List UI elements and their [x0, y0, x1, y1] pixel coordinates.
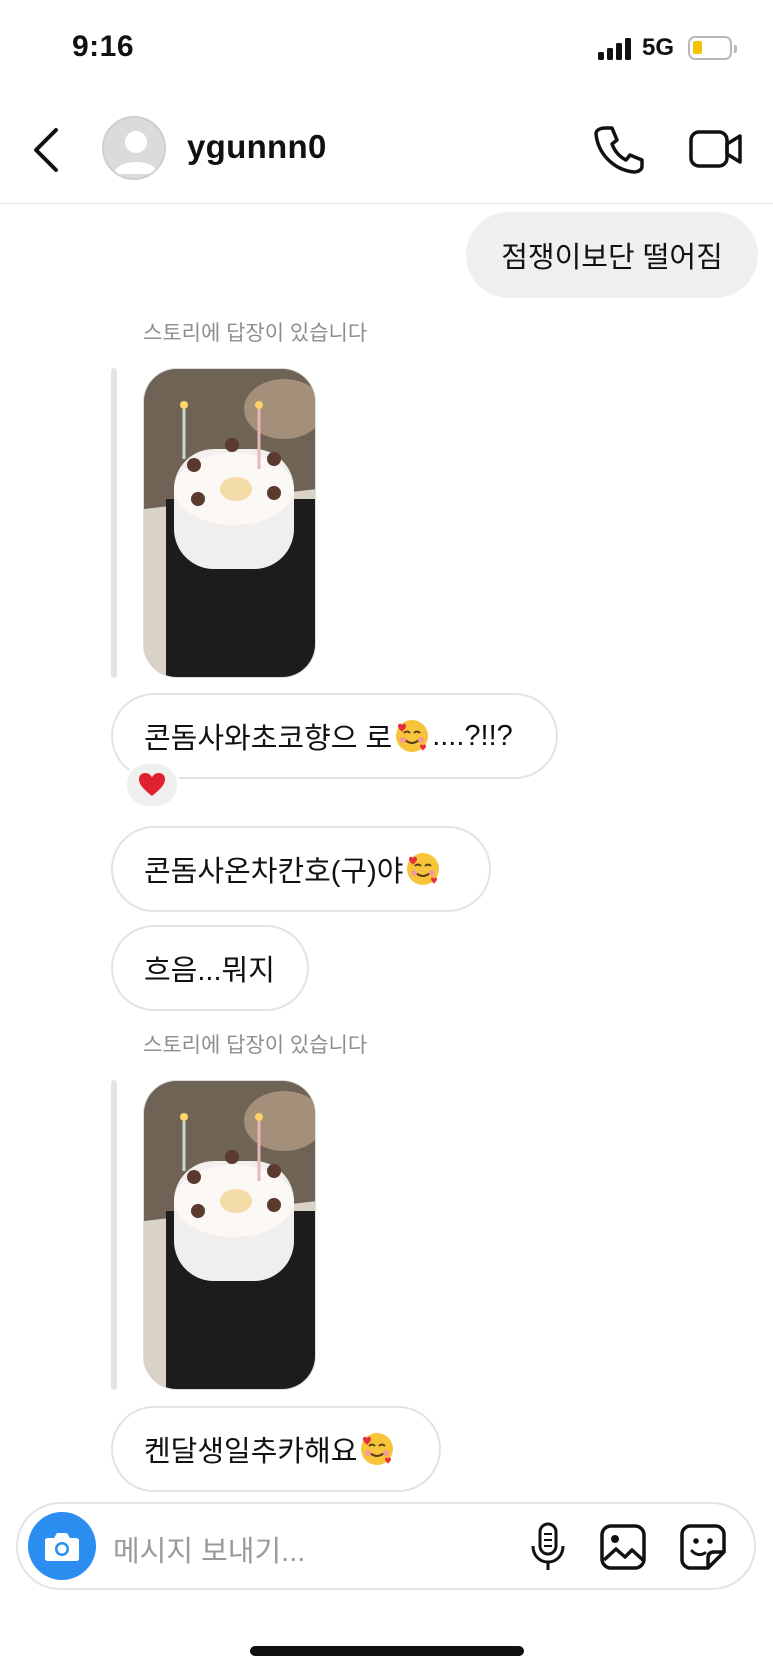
- message-text: 콘돔사온차칸호(구)야: [144, 856, 404, 888]
- camera-button[interactable]: [28, 1512, 96, 1580]
- smiling-face-with-hearts-icon: [361, 1433, 394, 1465]
- story-reply-bar: [111, 1080, 117, 1390]
- video-camera-icon[interactable]: [688, 126, 744, 172]
- story-reply-label: 스토리에 답장이 있습니다: [143, 322, 368, 345]
- message-input[interactable]: 메시지 보내기...: [113, 1528, 305, 1570]
- sticker-icon[interactable]: [678, 1522, 728, 1572]
- smiling-face-with-hearts-icon: [396, 720, 429, 752]
- incoming-message[interactable]: 콘돔사온차칸호(구)야: [111, 826, 491, 912]
- incoming-message[interactable]: 켄달생일추카해요: [111, 1406, 441, 1492]
- heart-icon: [139, 773, 165, 796]
- signal-icon: [598, 38, 636, 60]
- message-text-suffix: ....?!!?: [432, 719, 513, 752]
- avatar[interactable]: [102, 116, 166, 180]
- reaction-badge[interactable]: [124, 761, 180, 809]
- network-label: 5G: [642, 34, 675, 61]
- story-thumbnail[interactable]: [143, 1080, 316, 1390]
- story-thumbnail[interactable]: [143, 368, 316, 678]
- cake-photo: [144, 369, 315, 677]
- chevron-left-icon[interactable]: [28, 122, 68, 178]
- camera-icon: [45, 1533, 79, 1561]
- smiling-face-with-hearts-icon: [407, 853, 440, 885]
- incoming-message[interactable]: 콘돔사와초코향으 로 ....?!!?: [111, 693, 558, 779]
- home-indicator: [250, 1646, 524, 1656]
- avatar-placeholder-icon: [114, 131, 158, 174]
- status-time: 9:16: [72, 30, 135, 63]
- message-composer: 메시지 보내기...: [16, 1502, 756, 1590]
- message-text: 흐음...뭐지: [144, 955, 275, 987]
- microphone-icon[interactable]: [528, 1522, 568, 1572]
- story-reply-label: 스토리에 답장이 있습니다: [143, 1034, 368, 1057]
- outgoing-message[interactable]: 점쟁이보단 떨어짐: [466, 212, 758, 298]
- battery-icon: [688, 36, 737, 60]
- phone-icon[interactable]: [592, 122, 646, 176]
- chat-username[interactable]: ygunnn0: [187, 128, 327, 166]
- cake-photo: [144, 1081, 315, 1389]
- chat-header: ygunnn0: [0, 100, 773, 204]
- message-text: 켄달생일추카해요: [144, 1436, 358, 1468]
- message-text: 콘돔사와초코향으 로: [144, 723, 393, 755]
- status-bar: 9:16 5G: [0, 0, 773, 100]
- gallery-icon[interactable]: [598, 1522, 648, 1572]
- incoming-message[interactable]: 흐음...뭐지: [111, 925, 309, 1011]
- story-reply-bar: [111, 368, 117, 678]
